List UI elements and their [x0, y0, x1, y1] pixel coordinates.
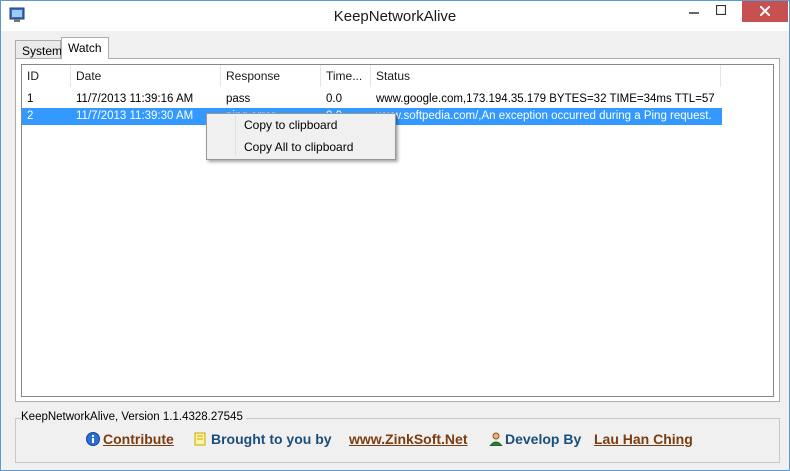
cell-date: 11/7/2013 11:39:16 AM — [76, 93, 194, 105]
contribute-link[interactable]: Contribute — [103, 431, 174, 447]
info-icon — [86, 432, 100, 446]
cell-response: pass — [226, 93, 251, 105]
list-row[interactable]: 1 11/7/2013 11:39:16 AM pass 0.0 www.goo… — [22, 91, 722, 108]
tab-watch[interactable]: Watch — [61, 37, 109, 59]
credits-bar: Contribute Brought to you by www.ZinkSof… — [15, 429, 780, 451]
context-menu: Copy to clipboard Copy All to clipboard — [206, 113, 396, 160]
cell-id: 2 — [27, 110, 34, 122]
maximize-button[interactable] — [698, 1, 744, 22]
author-link[interactable]: Lau Han Ching — [594, 431, 693, 447]
list-header: ID Date Response Time... Status — [22, 65, 773, 87]
cell-time: 0.0 — [326, 93, 342, 105]
tab-system[interactable]: System — [15, 40, 62, 59]
close-button[interactable] — [742, 1, 788, 22]
close-icon — [759, 5, 771, 17]
context-menu-gutter — [235, 116, 236, 156]
watch-tab-panel: ID Date Response Time... Status 1 11/7/2… — [15, 58, 780, 402]
zinksoft-link[interactable]: www.ZinkSoft.Net — [349, 431, 467, 447]
column-header-status[interactable]: Status — [371, 65, 721, 87]
column-header-response[interactable]: Response — [221, 65, 321, 87]
note-icon — [194, 432, 206, 446]
developer-icon — [489, 432, 503, 446]
version-label: KeepNetworkAlive, Version 1.1.4328.27545 — [21, 411, 246, 423]
develop-by-label: Develop By — [505, 431, 582, 447]
cell-status: www.google.com,173.194.35.179 BYTES=32 T… — [376, 93, 715, 105]
column-header-id[interactable]: ID — [22, 65, 71, 87]
watch-listview[interactable]: ID Date Response Time... Status 1 11/7/2… — [21, 64, 774, 397]
column-header-time[interactable]: Time... — [321, 65, 371, 87]
cell-status: www.softpedia.com/,An exception occurred… — [376, 110, 712, 122]
app-window: KeepNetworkAlive System Watch ID Date Re… — [0, 0, 790, 471]
menu-item-copy[interactable]: Copy to clipboard — [244, 115, 337, 135]
cell-id: 1 — [27, 93, 34, 105]
menu-item-copy-all[interactable]: Copy All to clipboard — [244, 137, 353, 157]
maximize-icon — [715, 4, 727, 16]
title-bar[interactable]: KeepNetworkAlive — [1, 1, 789, 31]
client-area: System Watch ID Date Response Time... St… — [1, 31, 789, 470]
column-header-date[interactable]: Date — [71, 65, 221, 87]
about-footer: KeepNetworkAlive, Version 1.1.4328.27545… — [15, 411, 780, 463]
brought-by-label: Brought to you by — [211, 431, 332, 447]
cell-date: 11/7/2013 11:39:30 AM — [76, 110, 194, 122]
